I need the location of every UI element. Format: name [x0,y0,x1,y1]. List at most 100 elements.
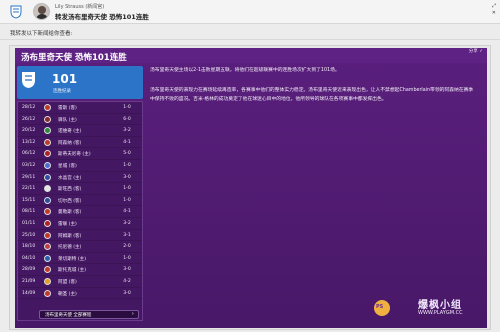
opponent-name: 阿森纳 (客) [58,140,82,146]
match-row[interactable]: 13/12 阿森纳 (客) 4-1 [18,137,142,149]
match-score: 1-0 [123,163,131,168]
match-score: 3-2 [123,128,131,134]
opponent-name: 曼勒斯 (客) [58,210,82,216]
opponent-badge-icon [44,231,51,239]
match-date: 29/11 [22,174,36,180]
opponent-name: 斯旺西 (客) [58,187,82,193]
club-crest-icon [22,72,35,88]
opponent-badge-icon [44,185,51,193]
expand-icon[interactable]: ⤢ [472,3,496,10]
article-paragraph-2: 汤布里奇天使的表现力在赛场延续再造率，各赛事中他们的整体实力稳定。汤布里奇天使近… [150,88,474,102]
match-row[interactable]: 25/10 阿姆斯 (客) 3-1 [18,230,142,242]
streak-label: 连胜纪录 [53,89,71,94]
opponent-name: 斯蒂夫尼奇 (主) [58,152,91,158]
opponent-badge-icon [44,266,51,274]
match-row[interactable]: 14/09 朝圣 (主) 3-0 [18,288,142,300]
match-row[interactable]: 26/12 驿队 (主) 6-0 [18,114,142,126]
news-card: 汤布里奇天使 恐怖101连胜 分享 ✓ 101 连胜纪录 28/12 雷斯 (客)… [15,48,487,328]
opponent-name: 阿盟 (客) [58,280,77,285]
match-row[interactable]: 20/12 诺维奇 (主) 3-2 [18,125,142,137]
match-row[interactable]: 04/10 莱切斯特 (主) 1-0 [18,253,142,265]
opponent-badge-icon [44,243,51,251]
full-fixtures-button[interactable]: 汤布里奇天使 全部赛程 › [39,310,139,319]
opponent-badge-icon [44,115,51,123]
streak-number: 101 [52,72,78,86]
message-intro: 我转发以下新闻给你查看: [10,31,73,37]
watermark-title: 爆枫小组 [418,300,462,311]
match-score: 4-2 [123,279,131,284]
match-date: 20/12 [22,128,36,134]
match-row[interactable]: 18/10 托尼德 (主) 2-0 [18,241,142,253]
match-score: 1-0 [123,105,131,110]
match-date: 03/12 [22,163,36,168]
match-date: 25/10 [22,232,36,238]
streak-stat-box: 101 连胜纪录 [17,66,143,99]
message-title: 转发汤布里奇天使 恐怖101连胜 [55,13,149,21]
message-header: Lily Strauss (新闻官) 转发汤布里奇天使 恐怖101连胜 ⤢ ✕ [0,0,500,24]
match-date: 26/12 [22,116,36,122]
opponent-badge-icon [44,104,51,111]
match-score: 3-0 [123,174,131,180]
match-row[interactable]: 01/11 雷联 (主) 3-2 [18,218,142,230]
opponent-badge-icon [44,220,51,227]
match-date: 06/12 [22,151,36,157]
match-date: 28/09 [22,267,36,273]
opponent-badge-icon [44,138,51,146]
opponent-badge-icon [44,196,51,204]
article-paragraph-1: 汤布里奇天使主场以2-1击败星期五联，将他们在超级联赛中的连胜场次扩大到了101… [150,68,340,73]
match-list: 28/12 雷斯 (客) 1-0 26/12 驿队 (主) 6-0 20/12 诺维奇 (主)… [17,101,143,321]
match-score: 1-0 [123,186,131,192]
message-subheader: 我转发以下新闻给你查看: [0,26,500,40]
match-row[interactable]: 22/11 斯旺西 (客) 1-0 [18,183,142,195]
match-row[interactable]: 28/09 斯托克城 (主) 3-0 [18,264,142,276]
card-header: 汤布里奇天使 恐怖101连胜 分享 ✓ [15,48,487,63]
avatar [33,3,50,20]
window-controls: ⤢ ✕ [472,3,496,19]
match-score: 4-1 [123,209,131,215]
match-row[interactable]: 15/11 切尔西 (客) 1-0 [18,195,142,207]
match-row[interactable]: 03/12 星城 (客) 1-0 [18,160,142,172]
match-date: 13/12 [22,139,36,145]
sender-name: Lily Strauss (新闻官) [55,4,105,10]
opponent-badge-icon [44,278,51,285]
match-date: 21/09 [22,279,36,284]
match-score: 2-0 [123,244,131,250]
opponent-badge-icon [44,162,51,169]
match-row[interactable]: 29/11 水晶宫 (主) 3-0 [18,172,142,184]
opponent-name: 切尔西 (客) [58,198,82,204]
match-score: 3-2 [123,221,131,226]
match-score: 3-0 [123,267,131,273]
match-score: 1-0 [123,255,131,261]
match-row[interactable]: 21/09 阿盟 (客) 4-2 [18,276,142,288]
opponent-name: 诺维奇 (主) [58,129,82,135]
match-score: 3-1 [123,232,131,238]
watermark-url: WWW.PLAYGM.CC [418,310,463,316]
opponent-name: 阿姆斯 (客) [58,233,82,239]
opponent-name: 托尼德 (主) [58,245,82,251]
match-date: 08/11 [22,209,36,215]
match-date: 28/12 [22,105,36,110]
match-date: 15/11 [22,197,36,203]
opponent-badge-icon [44,127,51,135]
match-score: 4-1 [123,139,131,145]
opponent-name: 莱切斯特 (主) [58,256,87,262]
match-date: 14/09 [22,290,36,296]
close-icon[interactable]: ✕ [472,10,496,17]
article-title: 汤布里奇天使 恐怖101连胜 [21,53,127,63]
watermark-logo-icon: PS [374,300,390,316]
match-row[interactable]: 28/12 雷斯 (客) 1-0 [18,102,142,114]
opponent-name: 斯托克城 (主) [58,268,87,274]
match-score: 6-0 [123,116,131,122]
match-row[interactable]: 08/11 曼勒斯 (客) 4-1 [18,206,142,218]
opponent-name: 星城 (客) [58,164,77,169]
opponent-badge-icon [44,289,51,297]
match-score: 1-0 [123,197,131,203]
opponent-name: 雷斯 (客) [58,106,77,111]
match-row[interactable]: 06/12 斯蒂夫尼奇 (主) 5-0 [18,148,142,160]
full-fixtures-label: 汤布里奇天使 全部赛程 [45,313,92,318]
opponent-name: 雷联 (主) [58,222,77,227]
match-score: 5-0 [123,151,131,157]
opponent-badge-icon [44,254,51,262]
share-button[interactable]: 分享 ✓ [469,48,483,54]
match-date: 18/10 [22,244,36,250]
